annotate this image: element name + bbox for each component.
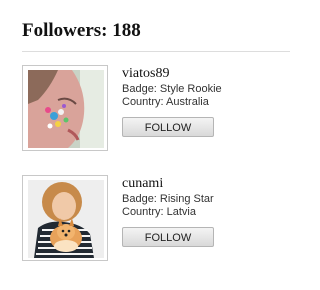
follower-country: Country: Australia — [122, 96, 209, 108]
profile-photo-woman-with-dog — [28, 180, 104, 258]
profile-photo-glitter-face — [28, 70, 104, 148]
follower-badge: Badge: Style Rookie — [122, 83, 222, 95]
follower-username[interactable]: viatos89 — [122, 66, 169, 82]
divider — [22, 51, 290, 52]
follower-username[interactable]: cunami — [122, 176, 163, 192]
follower-country: Country: Latvia — [122, 206, 196, 218]
follower-card-viatos89: viatos89 Badge: Style Rookie Country: Au… — [22, 65, 290, 161]
followers-heading: Followers: 188 — [22, 20, 141, 41]
follower-badge: Badge: Rising Star — [122, 193, 214, 205]
avatar[interactable] — [22, 65, 108, 151]
avatar[interactable] — [22, 175, 108, 261]
follow-button[interactable]: FOLLOW — [122, 227, 214, 247]
follower-card-cunami: cunami Badge: Rising Star Country: Latvi… — [22, 175, 290, 271]
follow-button[interactable]: FOLLOW — [122, 117, 214, 137]
